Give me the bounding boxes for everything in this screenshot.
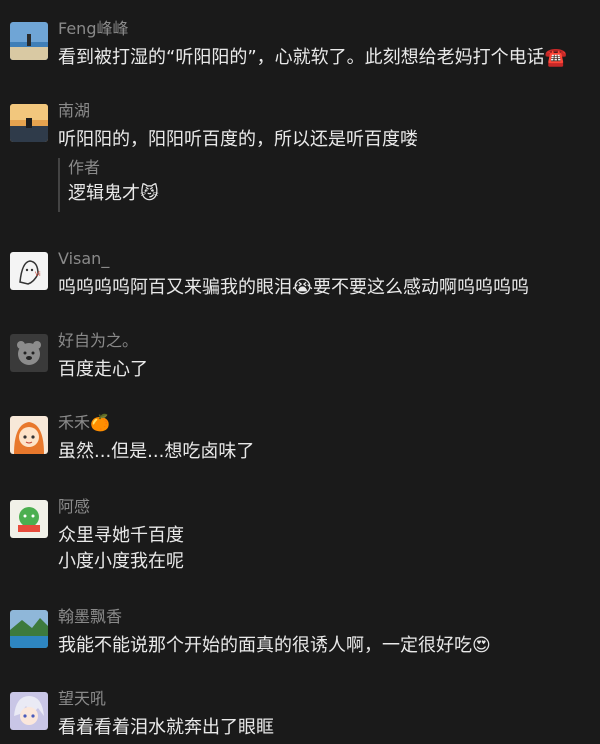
comment-author[interactable]: 南湖 — [58, 101, 90, 121]
comment-author[interactable]: 翰墨飘香 — [58, 607, 122, 627]
avatar[interactable] — [10, 692, 48, 730]
avatar[interactable] — [10, 610, 48, 648]
comment-text: 百度走心了 — [58, 359, 148, 380]
comment-author[interactable]: 好自为之。 — [58, 331, 138, 351]
author-reply: 作者 逻辑鬼才😼 — [58, 158, 258, 212]
avatar[interactable] — [10, 104, 48, 142]
comment-author[interactable]: Visan_ — [58, 249, 109, 269]
reply-text: 逻辑鬼才😼 — [68, 183, 159, 204]
avatar[interactable] — [10, 500, 48, 538]
avatar[interactable] — [10, 22, 48, 60]
comment-text: 看到被打湿的“听阳阳的”，心就软了。此刻想给老妈打个电话☎️ — [58, 47, 568, 68]
comment-text: 听阳阳的，阳阳听百度的，所以还是听百度喽 — [58, 129, 418, 150]
avatar[interactable] — [10, 416, 48, 454]
comment-text: 呜呜呜呜阿百又来骗我的眼泪😭要不要这么感动啊呜呜呜呜 — [58, 277, 530, 298]
comment-text: 虽然...但是...想吃卤味了 — [58, 441, 255, 462]
svg-text:Vi: Vi — [35, 271, 41, 278]
comment-feed: Feng峰峰 看到被打湿的“听阳阳的”，心就软了。此刻想给老妈打个电话☎️ 南湖… — [0, 0, 600, 744]
comment-text: 看着看着泪水就奔出了眼眶 — [58, 717, 274, 738]
comment-author[interactable]: 禾禾🍊 — [58, 413, 110, 433]
comment-text: 众里寻她千百度 — [58, 525, 184, 546]
avatar[interactable]: Vi — [10, 252, 48, 290]
comment-author[interactable]: 望天吼 — [58, 689, 106, 709]
reply-author[interactable]: 作者 — [68, 158, 100, 178]
comment-author[interactable]: 阿感 — [58, 497, 90, 517]
comment-text: 我能不能说那个开始的面真的很诱人啊，一定很好吃😍 — [58, 635, 491, 656]
comment-author[interactable]: Feng峰峰 — [58, 19, 128, 39]
comment-text: 小度小度我在呢 — [58, 551, 184, 572]
avatar[interactable] — [10, 334, 48, 372]
